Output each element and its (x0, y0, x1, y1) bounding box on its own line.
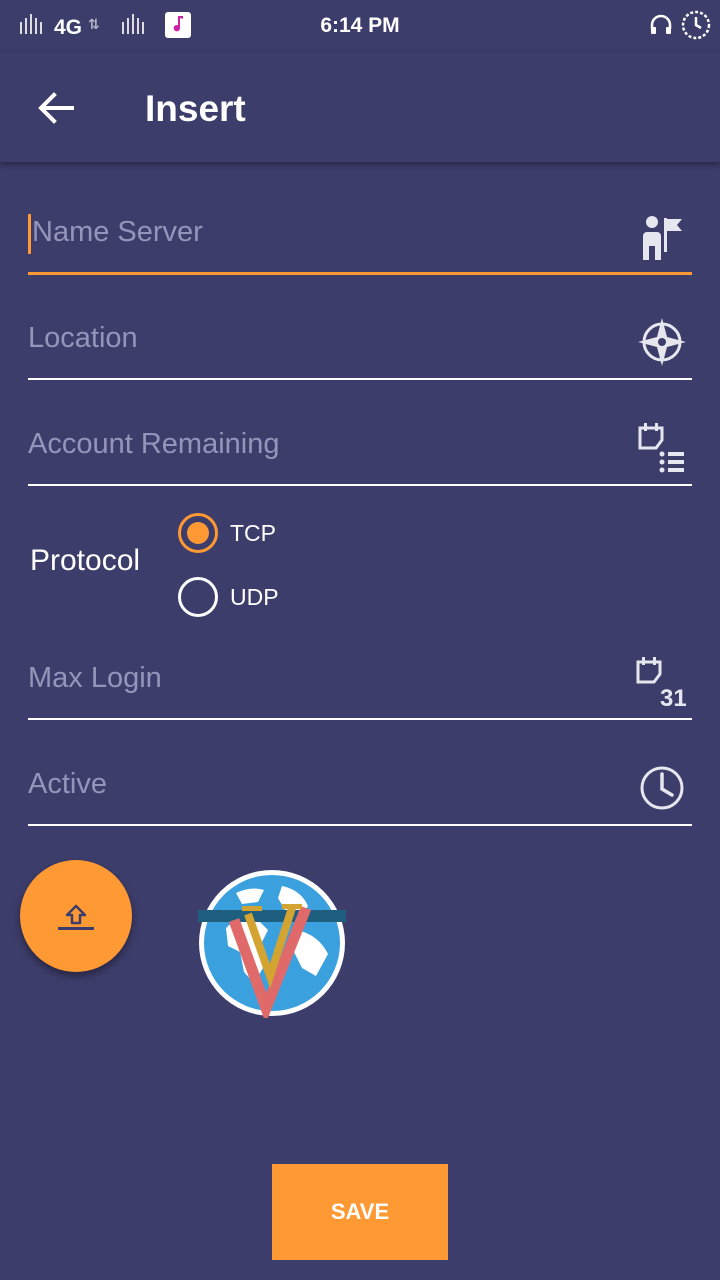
active-placeholder: Active (28, 768, 107, 800)
server-logo-image (198, 870, 346, 1018)
calendar-list-icon (638, 423, 684, 473)
app-bar: Insert (0, 52, 720, 162)
name-server-placeholder: Name Server (32, 216, 203, 248)
name-server-field[interactable]: Name Server (28, 200, 692, 275)
headset-icon (650, 14, 672, 34)
radio-udp[interactable]: UDP (178, 577, 318, 617)
location-field[interactable]: Location (28, 306, 692, 380)
radio-tcp-label: TCP (230, 520, 276, 546)
max-login-placeholder: Max Login (28, 662, 162, 694)
insert-screen: 4G ⇅ 6:14 PM Insert Name Server Location… (0, 0, 720, 1280)
text-cursor (28, 214, 31, 254)
status-bar: 4G ⇅ 6:14 PM (0, 0, 720, 52)
compass-icon (638, 318, 686, 366)
radio-udp-ring (178, 577, 218, 617)
person-flag-icon (643, 216, 682, 260)
upload-icon (58, 904, 94, 930)
max-login-field[interactable]: Max Login 31 (28, 646, 692, 720)
clock-icon (640, 766, 684, 810)
arrow-left-icon (38, 92, 74, 124)
page-title: Insert (145, 88, 246, 129)
account-remaining-field[interactable]: Account Remaining (28, 412, 692, 486)
back-button[interactable] (32, 86, 80, 130)
clock-status-icon (681, 10, 711, 40)
radio-tcp[interactable]: TCP (178, 513, 318, 553)
save-button[interactable]: SAVE (272, 1164, 448, 1260)
upload-button[interactable] (20, 860, 132, 972)
radio-udp-label: UDP (230, 584, 279, 610)
location-placeholder: Location (28, 322, 138, 354)
protocol-label: Protocol (30, 544, 141, 577)
active-field[interactable]: Active (28, 752, 692, 826)
account-remaining-placeholder: Account Remaining (28, 428, 280, 460)
calendar-day-number: 31 (660, 685, 687, 708)
radio-tcp-dot (187, 522, 209, 544)
status-time: 6:14 PM (320, 14, 400, 37)
calendar-31-icon: 31 (636, 657, 687, 708)
